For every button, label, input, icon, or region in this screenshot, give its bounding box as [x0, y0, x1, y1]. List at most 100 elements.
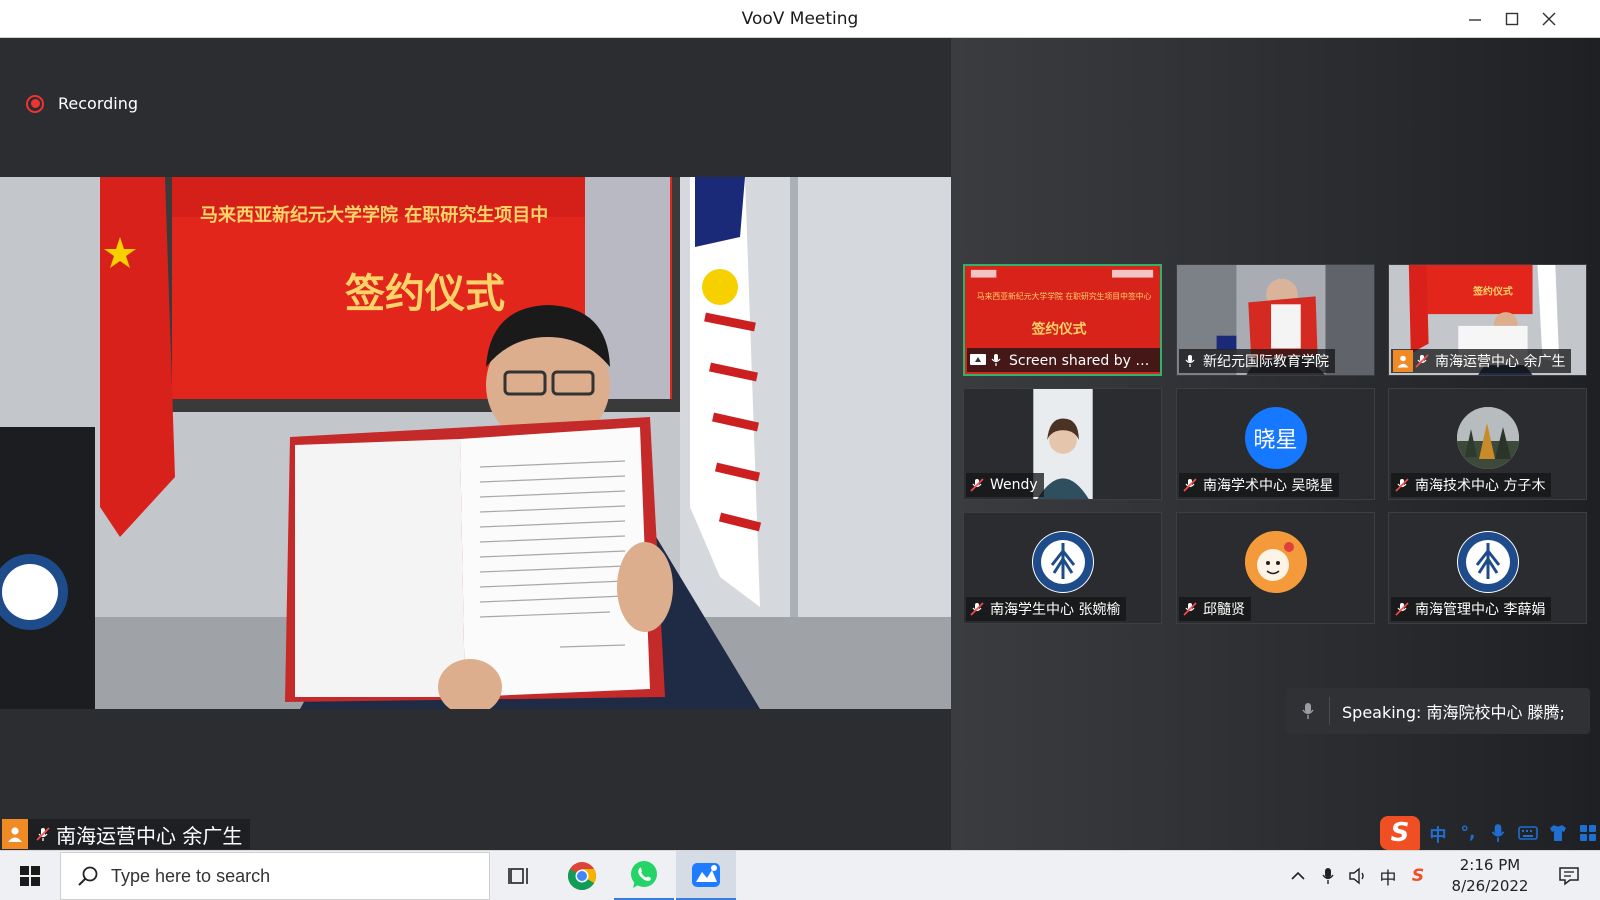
ime-voice[interactable]	[1486, 821, 1510, 845]
ime-skin[interactable]	[1546, 821, 1570, 845]
close-button[interactable]	[1532, 4, 1566, 34]
mic-muted-icon	[1181, 476, 1199, 494]
tile-caption: Screen shared by 南...	[967, 348, 1160, 372]
university-logo-icon	[1457, 532, 1518, 592]
forest-avatar-image	[1456, 407, 1519, 469]
mic-icon	[1286, 697, 1330, 725]
mic-icon	[987, 351, 1005, 369]
mic-muted-icon	[32, 823, 54, 845]
chevron-up-icon	[1291, 871, 1305, 880]
participant-tile[interactable]: 南海学生中心 张婉榆	[963, 512, 1162, 624]
sogou-ime-logo[interactable]: S	[1380, 816, 1420, 850]
tile-caption: 南海运营中心 余广生	[1391, 349, 1572, 373]
speaking-text: Speaking: 南海院校中心 滕腾;	[1342, 703, 1565, 722]
participant-tile[interactable]: 签约仪式 南海运营中心 余广生	[1388, 264, 1587, 376]
tray-volume[interactable]	[1345, 851, 1371, 900]
task-view-icon	[508, 868, 528, 884]
taskbar-app-chrome[interactable]	[552, 851, 612, 900]
ime-toolbar[interactable]: S 中 °,	[1380, 816, 1600, 850]
task-view-button[interactable]	[490, 851, 550, 900]
mic-muted-icon	[968, 600, 986, 618]
tile-banner: 签约仪式	[1472, 285, 1513, 298]
tray-sogou-ime[interactable]: S	[1405, 851, 1431, 900]
mic-muted-icon	[1181, 600, 1199, 618]
participant-tile-screen-share[interactable]: 马来西亚新纪元大学学院 在职研究生项目中签中心 签约仪式 Screen shar…	[963, 264, 1162, 376]
chrome-icon	[568, 862, 596, 890]
search-input[interactable]	[111, 865, 471, 887]
participant-tile[interactable]: Wendy	[963, 388, 1162, 500]
clock-time: 2:16 PM	[1459, 856, 1521, 874]
cartoon-avatar-image	[1244, 531, 1307, 593]
recording-icon	[26, 94, 44, 113]
ime-punctuation[interactable]: °,	[1456, 821, 1480, 845]
whatsapp-icon	[631, 860, 657, 888]
avatar	[1031, 531, 1094, 593]
tile-caption: 新纪元国际教育学院	[1179, 349, 1335, 373]
avatar: 晓星	[1244, 407, 1307, 469]
main-video-area[interactable]: Recording 马来西亚新纪元大学学院 在职研究生项目中 签约仪式 南海运营…	[0, 38, 951, 850]
participant-name: 南海学术中心 吴晓星	[1203, 478, 1334, 494]
avatar-initials: 晓星	[1253, 428, 1298, 453]
active-speaker-video: 马来西亚新纪元大学学院 在职研究生项目中 签约仪式	[0, 177, 951, 709]
voov-meeting-icon	[692, 862, 720, 887]
participant-tile[interactable]: 晓星 南海学术中心 吴晓星	[1176, 388, 1375, 500]
recording-indicator[interactable]: Recording	[26, 94, 138, 113]
taskbar-clock[interactable]: 2:16 PM 8/26/2022	[1440, 855, 1540, 897]
speaker-icon	[1349, 867, 1364, 885]
minimize-icon	[1469, 19, 1481, 21]
mic-icon	[1181, 352, 1199, 370]
participant-name: 南海技术中心 方子木	[1415, 478, 1546, 494]
active-speaker-name-tag: 南海运营中心 余广生	[2, 819, 251, 849]
notification-icon	[1559, 867, 1579, 886]
screen-share-icon	[970, 354, 986, 365]
taskbar-app-voov[interactable]	[676, 851, 736, 900]
title-bar: VooV Meeting	[0, 0, 1600, 38]
participant-name: 邱髓贤	[1203, 602, 1245, 618]
ime-toolbox[interactable]	[1576, 821, 1600, 845]
participant-name: Screen shared by 南...	[1009, 353, 1156, 369]
tray-language[interactable]: 中	[1375, 851, 1401, 900]
shirt-icon	[1550, 825, 1566, 841]
participant-tile[interactable]: 邱髓贤	[1176, 512, 1375, 624]
share-banner: 签约仪式	[1031, 321, 1087, 338]
participant-tile[interactable]: 南海管理中心 李薛娟	[1388, 512, 1587, 624]
mic-icon	[1491, 824, 1505, 842]
taskbar-search[interactable]	[60, 852, 490, 900]
person-icon	[1393, 350, 1413, 372]
mic-muted-icon	[1393, 600, 1411, 618]
tray-show-hidden[interactable]	[1285, 851, 1311, 900]
windows-logo-icon	[20, 866, 40, 886]
participant-tile[interactable]: 南海技术中心 方子木	[1388, 388, 1587, 500]
speaking-indicator: Speaking: 南海院校中心 滕腾;	[1286, 688, 1590, 734]
clock-date: 8/26/2022	[1451, 877, 1529, 895]
participant-name: Wendy	[990, 477, 1038, 493]
active-speaker-name: 南海运营中心 余广生	[56, 823, 243, 848]
app-root: VooV Meeting Recording 马来西亚新纪元大学学院 在职研究生…	[0, 0, 1600, 900]
keyboard-icon	[1518, 826, 1538, 840]
maximize-button[interactable]	[1495, 4, 1529, 34]
ime-keyboard[interactable]	[1516, 821, 1540, 845]
participant-name: 南海学生中心 张婉榆	[990, 602, 1121, 618]
ime-chinese-mode[interactable]: 中	[1426, 821, 1450, 846]
search-icon	[78, 866, 98, 886]
avatar	[1456, 531, 1519, 593]
mic-muted-icon	[1393, 476, 1411, 494]
participant-tile[interactable]: 新纪元国际教育学院	[1176, 264, 1375, 376]
tv-banner-line1: 马来西亚新纪元大学学院 在职研究生项目中	[200, 204, 548, 226]
tile-caption: 南海学术中心 吴晓星	[1179, 473, 1340, 497]
taskbar-app-whatsapp[interactable]	[614, 851, 674, 900]
action-center-button[interactable]	[1546, 851, 1592, 900]
avatar	[1244, 531, 1307, 593]
share-banner-small: 马来西亚新纪元大学学院 在职研究生项目中签中心	[977, 291, 1152, 301]
close-icon	[1542, 12, 1556, 26]
tile-caption: Wendy	[966, 473, 1044, 497]
tile-caption: 南海学生中心 张婉榆	[966, 597, 1127, 621]
minimize-button[interactable]	[1458, 4, 1492, 34]
person-icon	[2, 819, 28, 849]
start-button[interactable]	[0, 851, 60, 900]
mic-muted-icon	[968, 476, 986, 494]
speaker-video-frame: 马来西亚新纪元大学学院 在职研究生项目中 签约仪式	[0, 177, 951, 709]
tray-microphone[interactable]	[1315, 851, 1341, 900]
grid-icon	[1580, 825, 1596, 841]
maximize-icon	[1505, 12, 1519, 26]
